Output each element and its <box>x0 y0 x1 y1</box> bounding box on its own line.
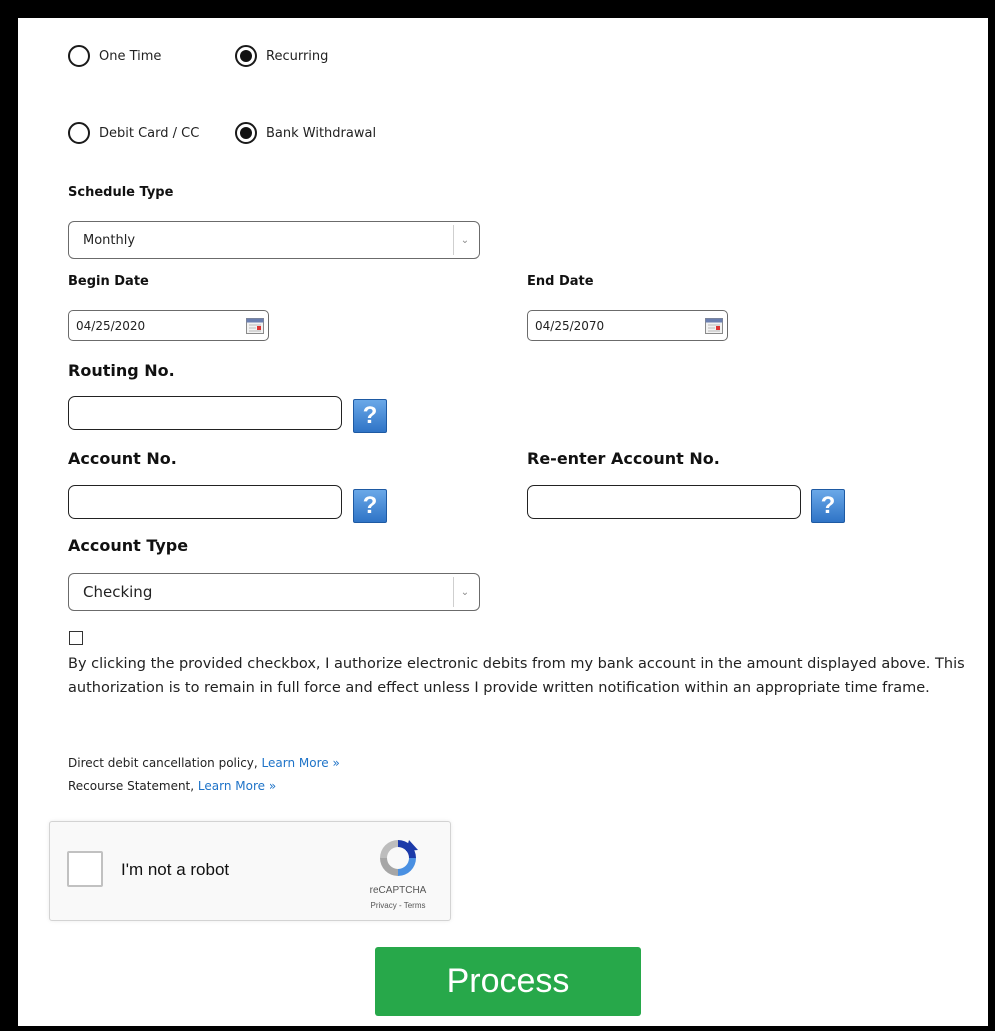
account-type-label: Account Type <box>68 536 189 555</box>
recaptcha-brand: reCAPTCHA <box>369 885 427 896</box>
reenter-account-input[interactable] <box>527 485 801 519</box>
recaptcha-privacy-link[interactable]: Privacy <box>371 901 397 910</box>
end-date-input[interactable]: 04/25/2070 <box>527 310 728 341</box>
schedule-type-value: Monthly <box>83 232 136 248</box>
authorization-text: By clicking the provided checkbox, I aut… <box>68 656 965 696</box>
routing-help-icon[interactable]: ? <box>353 399 387 433</box>
account-type-value: Checking <box>83 583 153 601</box>
end-date-label: End Date <box>527 274 594 289</box>
radio-circle <box>235 45 257 67</box>
calendar-icon[interactable] <box>705 317 723 334</box>
radio-label: Debit Card / CC <box>99 125 200 141</box>
account-type-select[interactable]: Checking ⌄ <box>68 573 480 611</box>
begin-date-input[interactable]: 04/25/2020 <box>68 310 269 341</box>
process-button[interactable]: Process <box>375 947 641 1016</box>
chevron-down-icon: ⌄ <box>453 577 476 607</box>
radio-one-time[interactable]: One Time <box>68 45 161 67</box>
recaptcha-widget: I'm not a robot reCAPTCHA Privacy - Term… <box>49 821 451 921</box>
account-help-icon[interactable]: ? <box>353 489 387 523</box>
radio-circle <box>68 45 90 67</box>
cancellation-policy-text: Direct debit cancellation policy, <box>68 756 258 770</box>
radio-label: Bank Withdrawal <box>266 125 377 141</box>
cancellation-policy: Direct debit cancellation policy, Learn … <box>68 756 340 770</box>
recourse-learn-more-link[interactable]: Learn More » <box>198 779 276 793</box>
begin-date-label: Begin Date <box>68 274 149 289</box>
cancellation-learn-more-link[interactable]: Learn More » <box>262 756 340 770</box>
schedule-type-label: Schedule Type <box>68 185 174 200</box>
recaptcha-terms-link[interactable]: Terms <box>404 901 426 910</box>
account-input[interactable] <box>68 485 342 519</box>
authorization-checkbox[interactable] <box>69 631 83 645</box>
routing-label: Routing No. <box>68 361 175 380</box>
payment-form: One Time Recurring Debit Card / CC Bank … <box>12 18 988 1026</box>
radio-bank-withdrawal[interactable]: Bank Withdrawal <box>235 122 376 144</box>
radio-recurring[interactable]: Recurring <box>235 45 328 67</box>
account-label: Account No. <box>68 449 177 468</box>
reenter-account-help-icon[interactable]: ? <box>811 489 845 523</box>
radio-label: One Time <box>99 48 162 64</box>
schedule-type-select[interactable]: Monthly ⌄ <box>68 221 480 259</box>
radio-circle <box>68 122 90 144</box>
radio-debit-card[interactable]: Debit Card / CC <box>68 122 199 144</box>
recaptcha-separator: - <box>396 901 404 910</box>
radio-label: Recurring <box>266 48 329 64</box>
recourse-statement: Recourse Statement, Learn More » <box>68 779 276 793</box>
end-date-value: 04/25/2070 <box>535 318 605 333</box>
chevron-down-icon: ⌄ <box>453 225 476 255</box>
recaptcha-links: Privacy - Terms <box>354 901 442 910</box>
recaptcha-logo-icon <box>380 840 418 876</box>
radio-circle <box>235 122 257 144</box>
recaptcha-label: I'm not a robot <box>121 860 230 879</box>
reenter-account-label: Re-enter Account No. <box>527 449 720 468</box>
routing-input[interactable] <box>68 396 342 430</box>
recourse-statement-text: Recourse Statement, <box>68 779 195 793</box>
begin-date-value: 04/25/2020 <box>76 318 146 333</box>
recaptcha-checkbox[interactable] <box>67 851 103 887</box>
calendar-icon[interactable] <box>246 317 264 334</box>
